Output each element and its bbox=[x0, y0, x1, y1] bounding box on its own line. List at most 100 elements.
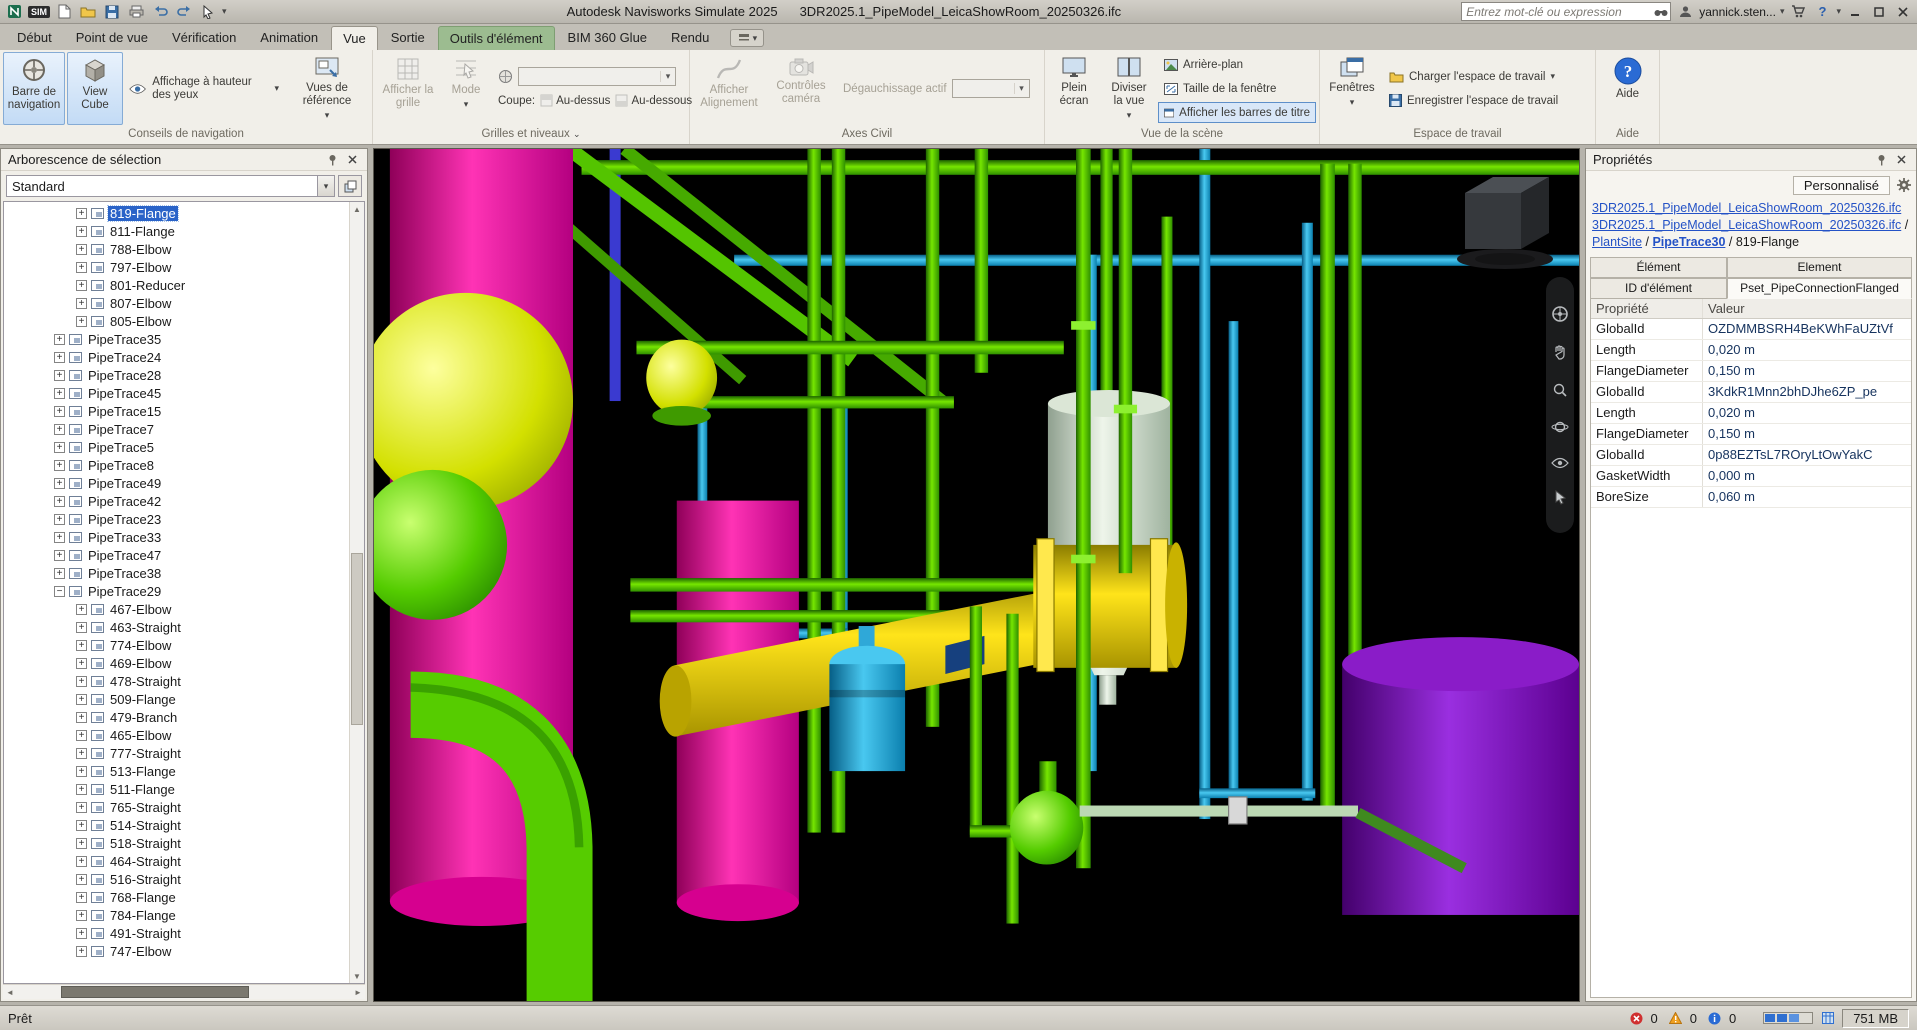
navigation-bar[interactable] bbox=[1546, 277, 1574, 533]
tree-mode-combo[interactable]: Standard ▾ bbox=[6, 175, 335, 197]
tree-item[interactable]: +511-Flange bbox=[4, 780, 349, 798]
tree-options-button[interactable] bbox=[338, 175, 362, 197]
tree-item-label[interactable]: 811-Flange bbox=[108, 224, 177, 239]
expand-toggle-icon[interactable]: + bbox=[54, 424, 65, 435]
show-grid-button[interactable]: Afficher la grille bbox=[376, 52, 440, 125]
tree-item-label[interactable]: PipeTrace47 bbox=[86, 548, 163, 563]
tree-item[interactable]: +465-Elbow bbox=[4, 726, 349, 744]
undo-icon[interactable] bbox=[150, 2, 170, 21]
close-panel-icon[interactable] bbox=[344, 152, 360, 168]
tree-item-label[interactable]: PipeTrace5 bbox=[86, 440, 156, 455]
expand-toggle-icon[interactable]: + bbox=[76, 208, 87, 219]
column-header-valeur[interactable]: Valeur bbox=[1703, 299, 1911, 318]
user-chevron-icon[interactable]: ▾ bbox=[1780, 6, 1785, 17]
new-document-icon[interactable] bbox=[54, 2, 74, 21]
steering-wheel-icon[interactable] bbox=[1551, 305, 1569, 323]
window-size-button[interactable]: Taille de la fenêtre bbox=[1158, 78, 1316, 99]
tree-item-label[interactable]: PipeTrace38 bbox=[86, 566, 163, 581]
expand-toggle-icon[interactable]: + bbox=[54, 370, 65, 381]
tree-item[interactable]: +788-Elbow bbox=[4, 240, 349, 258]
help-button[interactable]: ? Aide bbox=[1602, 52, 1654, 125]
binoculars-icon[interactable] bbox=[1652, 2, 1670, 21]
expand-toggle-icon[interactable]: + bbox=[76, 748, 87, 759]
maximize-button[interactable] bbox=[1869, 2, 1889, 21]
tab-rendu[interactable]: Rendu bbox=[660, 26, 720, 50]
user-icon[interactable] bbox=[1675, 2, 1695, 21]
tree-item[interactable]: +464-Straight bbox=[4, 852, 349, 870]
tree-item-label[interactable]: 807-Elbow bbox=[108, 296, 173, 311]
pin-icon[interactable] bbox=[324, 152, 340, 168]
expand-toggle-icon[interactable]: + bbox=[54, 478, 65, 489]
tree-item-label[interactable]: 514-Straight bbox=[108, 818, 183, 833]
expand-toggle-icon[interactable]: + bbox=[76, 766, 87, 777]
show-alignment-button[interactable]: Afficher Alignement bbox=[693, 52, 765, 125]
errors-icon[interactable] bbox=[1628, 1010, 1644, 1026]
tree-item[interactable]: +801-Reducer bbox=[4, 276, 349, 294]
tree-item-label[interactable]: PipeTrace29 bbox=[86, 584, 163, 599]
expand-toggle-icon[interactable]: + bbox=[54, 460, 65, 471]
expand-toggle-icon[interactable]: + bbox=[76, 280, 87, 291]
save-workspace-button[interactable]: Enregistrer l'espace de travail bbox=[1383, 90, 1585, 111]
close-button[interactable] bbox=[1893, 2, 1913, 21]
cart-icon[interactable] bbox=[1788, 2, 1808, 21]
ribbon-display-toggle[interactable]: ▾ bbox=[730, 29, 764, 47]
redo-icon[interactable] bbox=[174, 2, 194, 21]
expand-toggle-icon[interactable]: + bbox=[76, 910, 87, 921]
column-header-propriete[interactable]: Propriété bbox=[1591, 299, 1703, 318]
tree-item[interactable]: +479-Branch bbox=[4, 708, 349, 726]
search-input[interactable] bbox=[1462, 5, 1652, 19]
tree-item-label[interactable]: PipeTrace42 bbox=[86, 494, 163, 509]
tab-pset[interactable]: Pset_PipeConnectionFlanged bbox=[1727, 278, 1912, 299]
tree-item[interactable]: +784-Flange bbox=[4, 906, 349, 924]
expand-toggle-icon[interactable]: + bbox=[76, 658, 87, 669]
close-panel-icon[interactable] bbox=[1893, 152, 1909, 168]
background-button[interactable]: Arrière-plan bbox=[1158, 54, 1316, 75]
expand-toggle-icon[interactable]: + bbox=[76, 856, 87, 867]
windows-button[interactable]: Fenêtres ▾ bbox=[1323, 52, 1381, 125]
tab-element-fr[interactable]: Élément bbox=[1590, 257, 1727, 278]
tree-item-label[interactable]: 467-Elbow bbox=[108, 602, 173, 617]
property-row[interactable]: GlobalId3KdkR1Mnn2bhDJhe6ZP_pe bbox=[1591, 382, 1911, 403]
expand-toggle-icon[interactable]: + bbox=[76, 730, 87, 741]
select-cursor-icon[interactable] bbox=[198, 2, 218, 21]
tree-item[interactable]: +463-Straight bbox=[4, 618, 349, 636]
tree-item-label[interactable]: 518-Straight bbox=[108, 836, 183, 851]
tree-item-label[interactable]: 463-Straight bbox=[108, 620, 183, 635]
collapse-toggle-icon[interactable]: − bbox=[54, 586, 65, 597]
expand-toggle-icon[interactable]: + bbox=[76, 604, 87, 615]
expand-toggle-icon[interactable]: + bbox=[54, 496, 65, 507]
expand-toggle-icon[interactable]: + bbox=[76, 874, 87, 885]
quick-access-chevron-icon[interactable]: ▾ bbox=[222, 6, 227, 17]
breadcrumb-file-link[interactable]: 3DR2025.1_PipeModel_LeicaShowRoom_202503… bbox=[1592, 218, 1901, 232]
expand-toggle-icon[interactable]: + bbox=[76, 838, 87, 849]
tree-item[interactable]: +774-Elbow bbox=[4, 636, 349, 654]
split-view-button[interactable]: Diviser la vue ▾ bbox=[1102, 52, 1156, 125]
grid-mode-button[interactable]: Mode ▾ bbox=[442, 52, 490, 125]
tree-item[interactable]: +PipeTrace15 bbox=[4, 402, 349, 420]
tree-item[interactable]: − PipeTrace29 bbox=[4, 582, 349, 600]
expand-toggle-icon[interactable]: + bbox=[54, 388, 65, 399]
camera-controls-button[interactable]: Contrôles caméra bbox=[767, 52, 835, 125]
tab-vue[interactable]: Vue bbox=[331, 26, 378, 50]
tree-item[interactable]: +PipeTrace28 bbox=[4, 366, 349, 384]
tree-item[interactable]: +811-Flange bbox=[4, 222, 349, 240]
tab-element-en[interactable]: Element bbox=[1727, 257, 1912, 278]
tree-item[interactable]: +513-Flange bbox=[4, 762, 349, 780]
tree-item-label[interactable]: PipeTrace23 bbox=[86, 512, 163, 527]
expand-toggle-icon[interactable]: + bbox=[76, 676, 87, 687]
expand-toggle-icon[interactable]: + bbox=[76, 244, 87, 255]
tree-item[interactable]: +765-Straight bbox=[4, 798, 349, 816]
tree-item-label[interactable]: PipeTrace33 bbox=[86, 530, 163, 545]
tree-item-label[interactable]: PipeTrace35 bbox=[86, 332, 163, 347]
tree-item-label[interactable]: 464-Straight bbox=[108, 854, 183, 869]
tree-item[interactable]: +469-Elbow bbox=[4, 654, 349, 672]
tree-item[interactable]: +PipeTrace7 bbox=[4, 420, 349, 438]
expand-toggle-icon[interactable]: + bbox=[54, 442, 65, 453]
expand-toggle-icon[interactable]: + bbox=[54, 550, 65, 561]
tab-animation[interactable]: Animation bbox=[249, 26, 329, 50]
expand-toggle-icon[interactable]: + bbox=[54, 334, 65, 345]
open-folder-icon[interactable] bbox=[78, 2, 98, 21]
gear-icon[interactable] bbox=[1896, 177, 1912, 193]
tree-item-label[interactable]: PipeTrace24 bbox=[86, 350, 163, 365]
zoom-icon[interactable] bbox=[1552, 382, 1568, 398]
